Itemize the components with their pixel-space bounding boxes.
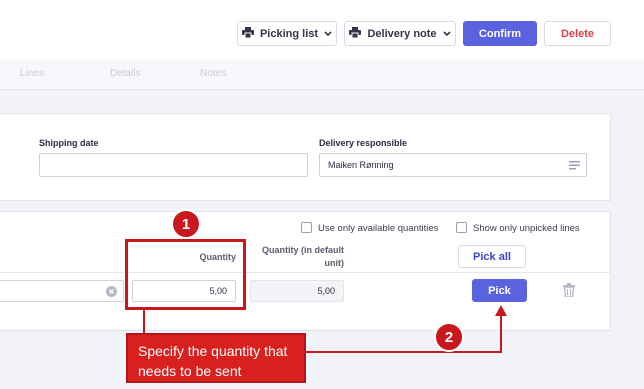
annotation-arrow (143, 305, 507, 353)
step-2-number: 2 (444, 328, 454, 346)
step-2-badge: 2 (434, 322, 464, 352)
callout-text: Specify the quantity that needs to be se… (138, 343, 288, 379)
instruction-callout: Specify the quantity that needs to be se… (126, 333, 306, 383)
